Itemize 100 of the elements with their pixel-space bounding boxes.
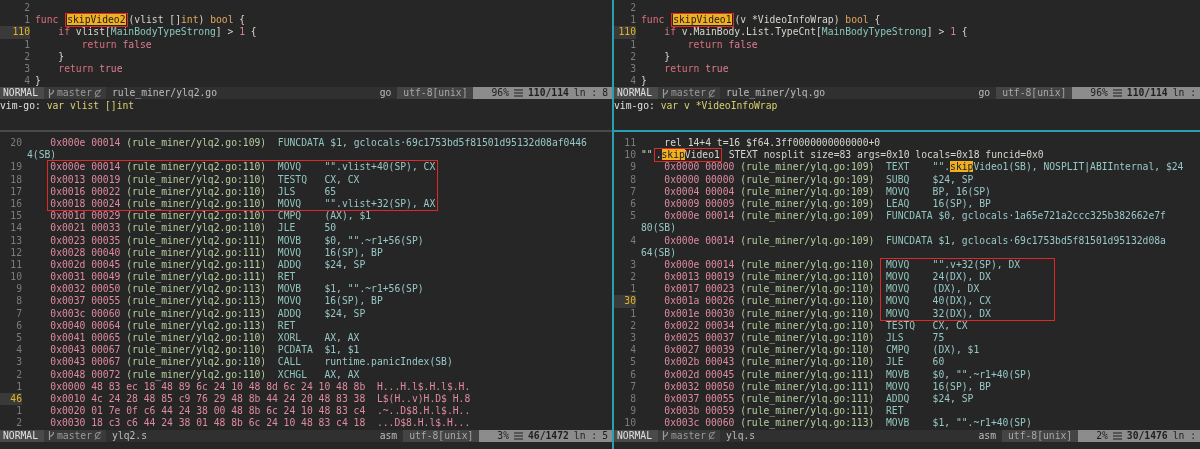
line-number: 4 bbox=[23, 75, 30, 88]
line-number: 1 bbox=[629, 307, 636, 320]
modified-icon bbox=[94, 88, 102, 98]
cursor-position: 46/1472 bbox=[528, 429, 569, 442]
code-line: 0x000e 00014 (rule_miner/ylq2.go:110) MOVQ "".vlist+40(SP), CX bbox=[27, 161, 439, 174]
code-line: if vlist[MainBodyTypeStrong] > 1 { bbox=[57, 26, 257, 39]
command-line-message: vim-go: var v *VideoInfoWrap bbox=[614, 99, 779, 113]
code-line: 0x0037 00055 (rule_miner/ylq.go:111) ADDQ $24, SP bbox=[663, 392, 974, 406]
file-encoding: utf-8[unix] bbox=[996, 87, 1073, 100]
line-number: 10 bbox=[9, 271, 22, 284]
line-number: 3 bbox=[15, 356, 22, 369]
code-line: return true bbox=[57, 62, 123, 76]
code-line: 0x0000 00000 (rule_miner/ylq.go:109) TEXT "".skipVideo1(SB), NOSPLIT|ABIInternal, $24 bbox=[663, 161, 1184, 174]
modified-icon bbox=[94, 431, 102, 440]
code-line: 0x0010 4c 24 28 48 85 c9 76 29 48 8b 44 24 20 48 83 38 L$(H..v)H.D$ H.8 bbox=[49, 392, 471, 406]
code-line: 0x0032 00050 (rule_miner/ylq2.go:113) MOVB $1, "".~r1+56(SP) bbox=[49, 283, 424, 296]
line-number: 9 bbox=[629, 161, 636, 174]
code-line: return false bbox=[686, 38, 758, 51]
line-number: 17 bbox=[9, 185, 22, 198]
branch-name: master bbox=[671, 429, 706, 442]
mode-label: NORMAL bbox=[0, 87, 44, 100]
code-line: 80(SB) bbox=[641, 222, 676, 235]
mode-label: NORMAL bbox=[0, 429, 44, 442]
scroll-percent: 3% bbox=[497, 429, 509, 442]
file-encoding: utf-8[unix] bbox=[397, 87, 474, 100]
code-line: 0x0013 00019 (rule_miner/ylq2.go:110) TESTQ CX, CX bbox=[27, 173, 439, 186]
line-number: 8 bbox=[15, 295, 22, 308]
line-number: 46 bbox=[0, 392, 22, 406]
code-line: func skipVideo2 (vlist []int) bool { bbox=[35, 14, 246, 27]
column-number: 8 bbox=[602, 87, 608, 100]
line-number: 16 bbox=[9, 197, 22, 211]
line-number: 7 bbox=[629, 380, 636, 393]
modified-icon bbox=[708, 88, 716, 98]
code-line: rel 14+4 t=16 $f64.3ff0000000000000+0 bbox=[663, 137, 881, 150]
line-number: 6 bbox=[629, 368, 636, 381]
code-line: 0x0018 00024 (rule_miner/ylq2.go:110) MOVQ "".vlist+32(SP), AX bbox=[27, 197, 439, 211]
line-number: 9 bbox=[629, 405, 636, 418]
code-line: } bbox=[641, 75, 647, 88]
line-number: 2 bbox=[23, 2, 30, 15]
line-number: 2 bbox=[629, 271, 636, 284]
column-label: ln : bbox=[573, 429, 598, 442]
branch-name: master bbox=[671, 87, 706, 100]
line-number: 1 bbox=[15, 380, 22, 393]
mode-label: NORMAL bbox=[614, 87, 658, 100]
line-number: 1 bbox=[23, 38, 30, 51]
line-number: 110 bbox=[614, 26, 636, 39]
line-number: 5 bbox=[15, 332, 22, 345]
line-number: 20 bbox=[9, 137, 22, 150]
code-line: 0x0023 00035 (rule_miner/ylq2.go:111) MOVB $0, "".~r1+56(SP) bbox=[49, 234, 424, 247]
mode-label: NORMAL bbox=[614, 429, 658, 442]
line-number: 10 bbox=[623, 149, 636, 162]
column-number: 5 bbox=[602, 429, 608, 442]
line-number: 6 bbox=[629, 197, 636, 211]
code-line: 0x0043 00067 (rule_miner/ylq2.go:110) CALL runtime.panicIndex(SB) bbox=[49, 356, 453, 369]
line-number: 3 bbox=[629, 332, 636, 345]
line-number: 8 bbox=[629, 392, 636, 406]
line-number: 8 bbox=[629, 173, 636, 186]
code-line: 0x003c 00060 (rule_miner/ylq.go:113) MOVB $1, "".~r1+40(SP) bbox=[663, 417, 1032, 430]
line-number: 18 bbox=[9, 173, 22, 186]
line-number: 2 bbox=[629, 50, 636, 63]
code-line: 0x000e 00014 (rule_miner/ylq2.go:109) FUNCDATA $1, gclocals·69c1753bd5f81501d95132d08af0446 bbox=[49, 137, 587, 150]
lines-icon bbox=[1112, 89, 1122, 98]
code-line: 0x0030 18 c3 c6 44 24 38 01 48 8b 6c 24 10 48 83 c4 18 ...D$8.H.l$.H... bbox=[49, 417, 471, 430]
code-line: 64(SB) bbox=[641, 246, 676, 259]
line-number: 1 bbox=[629, 14, 636, 27]
file-type: asm bbox=[379, 429, 399, 442]
code-line: 0x0037 00055 (rule_miner/ylq2.go:113) MOVQ 16(SP), BP bbox=[49, 295, 383, 308]
code-line: 0x0031 00049 (rule_miner/ylq2.go:111) RET bbox=[49, 271, 297, 284]
branch-name: master bbox=[57, 87, 92, 100]
line-number: 4 bbox=[629, 75, 636, 88]
code-line: 0x001d 00029 (rule_miner/ylq2.go:110) CMPQ (AX), $1 bbox=[49, 210, 372, 223]
code-line: 0x002b 00043 (rule_miner/ylq.go:110) JLE 60 bbox=[663, 356, 945, 369]
line-number: 6 bbox=[15, 319, 22, 332]
line-number: 4 bbox=[629, 344, 636, 357]
code-line: 4(SB) bbox=[27, 149, 57, 162]
line-number: 11 bbox=[9, 258, 22, 272]
code-line: 0x0016 00022 (rule_miner/ylq2.go:110) JLS 65 bbox=[27, 185, 439, 198]
line-number: 13 bbox=[9, 234, 22, 247]
command-line-message: vim-go: var vlist []int bbox=[0, 99, 136, 113]
file-name: ylq2.s bbox=[111, 429, 147, 442]
code-line: 0x0021 00033 (rule_miner/ylq2.go:110) JLE 50 bbox=[49, 222, 337, 235]
code-line: 0x0017 00023 (rule_miner/ylq.go:110) MOVQ (DX), DX bbox=[641, 283, 1056, 296]
file-encoding: utf-8[unix] bbox=[403, 429, 480, 442]
scroll-percent: 96% bbox=[491, 87, 509, 100]
code-line: } bbox=[35, 75, 41, 88]
line-number: 4 bbox=[15, 344, 22, 357]
line-number: 10 bbox=[623, 417, 636, 430]
file-type: go bbox=[379, 87, 393, 100]
line-number: 19 bbox=[9, 161, 22, 174]
code-line: } bbox=[663, 50, 671, 63]
code-line: 0x0048 00072 (rule_miner/ylq2.go:110) XCHGL AX, AX bbox=[49, 368, 360, 381]
code-line: func skipVideo1 (v *VideoInfoWrap) bool { bbox=[641, 14, 881, 27]
code-line: 0x000e 00014 (rule_miner/ylq.go:109) FUNCDATA $0, gclocals·1a65e721a2ccc325b382662e7f bbox=[663, 210, 1166, 223]
code-line: 0x0041 00065 (rule_miner/ylq2.go:110) XORL AX, AX bbox=[49, 332, 360, 345]
line-number: 1 bbox=[629, 283, 636, 296]
line-number: 30 bbox=[614, 295, 636, 308]
code-line: 0x002d 00045 (rule_miner/ylq.go:111) MOVB $0, "".~r1+40(SP) bbox=[663, 368, 1032, 381]
line-number: 2 bbox=[15, 417, 22, 430]
column-label: ln : bbox=[1172, 429, 1196, 442]
modified-icon bbox=[708, 431, 716, 440]
